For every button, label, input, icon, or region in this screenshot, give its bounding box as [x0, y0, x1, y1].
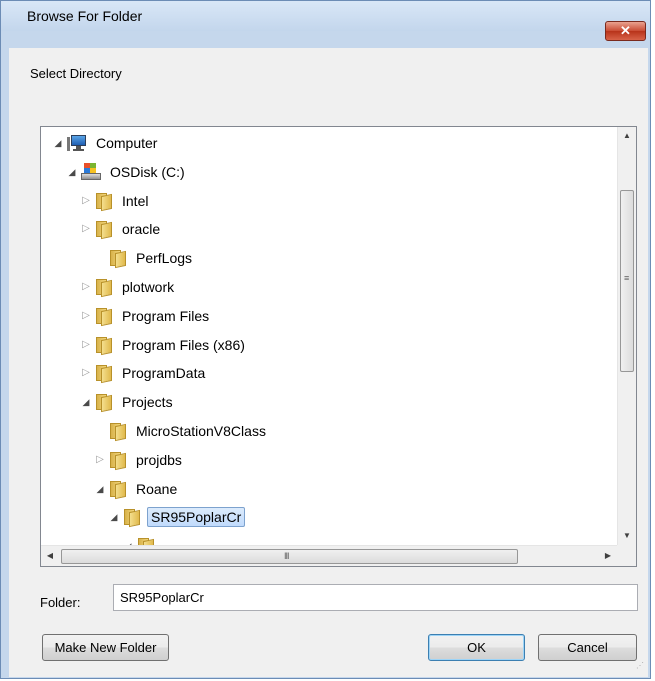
tree-item[interactable]: MicroStationV8Class	[93, 418, 269, 444]
close-button[interactable]: ✕	[605, 21, 646, 41]
scroll-left-arrow-icon[interactable]: ◀	[41, 546, 59, 566]
tree-item-label: MicroStationV8Class	[136, 423, 266, 439]
tree-item[interactable]: ▷ Program Files	[79, 303, 212, 329]
no-toggle-spacer	[93, 424, 107, 438]
resize-grip-icon[interactable]: ⋰	[636, 662, 648, 676]
folder-icon	[109, 480, 127, 500]
collapsed-arrow-icon[interactable]: ▷	[79, 338, 93, 352]
horizontal-scroll-thumb[interactable]: III	[61, 549, 518, 564]
tree-item[interactable]: ◢ OSDisk (C:)	[65, 159, 188, 185]
collapsed-arrow-icon[interactable]: ▷	[79, 309, 93, 323]
tree-item-label: OSDisk (C:)	[110, 164, 185, 180]
tree-item-label: ProgramData	[122, 365, 206, 381]
scroll-down-arrow-icon[interactable]: ▼	[618, 527, 636, 545]
tree-item[interactable]: ▷ Program Files (x86)	[79, 332, 248, 358]
expanded-arrow-icon[interactable]: ◢	[93, 482, 107, 496]
instruction-text: Select Directory	[30, 66, 122, 81]
vertical-scrollbar[interactable]: ▲ ≡ ▼	[617, 127, 636, 545]
disk-icon	[81, 163, 101, 181]
expanded-arrow-icon[interactable]: ◢	[51, 136, 65, 150]
folder-field-label: Folder:	[40, 595, 81, 610]
close-icon: ✕	[620, 23, 631, 38]
collapsed-arrow-icon[interactable]: ▷	[93, 453, 107, 467]
vertical-grip-icon: ≡	[624, 273, 630, 283]
collapsed-arrow-icon[interactable]: ▷	[79, 280, 93, 294]
tree-item[interactable]: ▷ Intel	[79, 188, 151, 214]
tree-item-label: projdbs	[136, 452, 182, 468]
title-bar[interactable]: Browse For Folder	[1, 1, 650, 31]
folder-name-input[interactable]	[113, 584, 638, 611]
cancel-button[interactable]: Cancel	[538, 634, 637, 661]
folder-icon	[95, 192, 113, 212]
make-new-folder-button[interactable]: Make New Folder	[42, 634, 169, 661]
tree-item[interactable]: PerfLogs	[93, 245, 195, 271]
scrollbar-corner	[617, 545, 636, 566]
tree-item[interactable]: ◢ Projects	[79, 389, 176, 415]
folder-icon	[95, 393, 113, 413]
folder-icon	[95, 364, 113, 384]
folder-icon	[137, 537, 155, 545]
tree-item[interactable]: ▷ projdbs	[93, 447, 185, 473]
folder-tree-viewport: ◢ Computer ◢ OSDisk (C:) ▷ Intel ▷ oracle PerfLo…	[41, 127, 617, 545]
folder-icon	[123, 508, 141, 528]
tree-item[interactable]: ◢ Roane	[93, 476, 180, 502]
expanded-arrow-icon[interactable]: ◢	[107, 510, 121, 524]
expanded-arrow-icon[interactable]: ◢	[79, 395, 93, 409]
folder-icon	[95, 307, 113, 327]
tree-item[interactable]: ◢ SR95PoplarCr	[107, 504, 246, 530]
folder-tree[interactable]: ◢ Computer ◢ OSDisk (C:) ▷ Intel ▷ oracle PerfLo…	[40, 126, 637, 567]
tree-item-label: oracle	[122, 221, 161, 237]
tree-item-label: plotwork	[122, 279, 175, 295]
no-toggle-spacer	[93, 251, 107, 265]
folder-icon	[109, 422, 127, 442]
tree-item[interactable]: ◢ Computer	[51, 130, 160, 156]
tree-item-label: SR95PoplarCr	[147, 507, 246, 527]
tree-item[interactable]: ▷ oracle	[79, 216, 163, 242]
tree-item[interactable]: ▷ plotwork	[79, 274, 177, 300]
folder-icon	[109, 451, 127, 471]
tree-item-label: Roane	[136, 481, 178, 497]
ok-button[interactable]: OK	[428, 634, 525, 661]
collapsed-arrow-icon[interactable]: ▷	[79, 222, 93, 236]
scroll-up-arrow-icon[interactable]: ▲	[618, 127, 636, 145]
horizontal-scrollbar[interactable]: ◀ III ▶	[41, 545, 617, 566]
tree-item-label: Computer	[96, 135, 158, 151]
tree-item-label: Projects	[122, 394, 173, 410]
folder-icon	[95, 220, 113, 240]
scroll-right-arrow-icon[interactable]: ▶	[599, 546, 617, 566]
tree-item-label: Program Files	[122, 308, 210, 324]
folder-icon	[95, 336, 113, 356]
dialog-title: Browse For Folder	[27, 8, 143, 24]
expanded-arrow-icon[interactable]: ◢	[65, 165, 79, 179]
horizontal-grip-icon: III	[284, 551, 289, 561]
collapsed-arrow-icon[interactable]: ▷	[79, 366, 93, 380]
tree-item[interactable]: ◢	[121, 533, 167, 545]
folder-icon	[95, 278, 113, 298]
tree-item-label: PerfLogs	[136, 250, 193, 266]
folder-icon	[109, 249, 127, 269]
computer-icon	[67, 134, 87, 152]
tree-item-label: Intel	[122, 193, 149, 209]
collapsed-arrow-icon[interactable]: ▷	[79, 194, 93, 208]
vertical-scroll-thumb[interactable]: ≡	[620, 190, 634, 372]
tree-item-label: Program Files (x86)	[122, 337, 245, 353]
tree-item[interactable]: ▷ ProgramData	[79, 360, 208, 386]
